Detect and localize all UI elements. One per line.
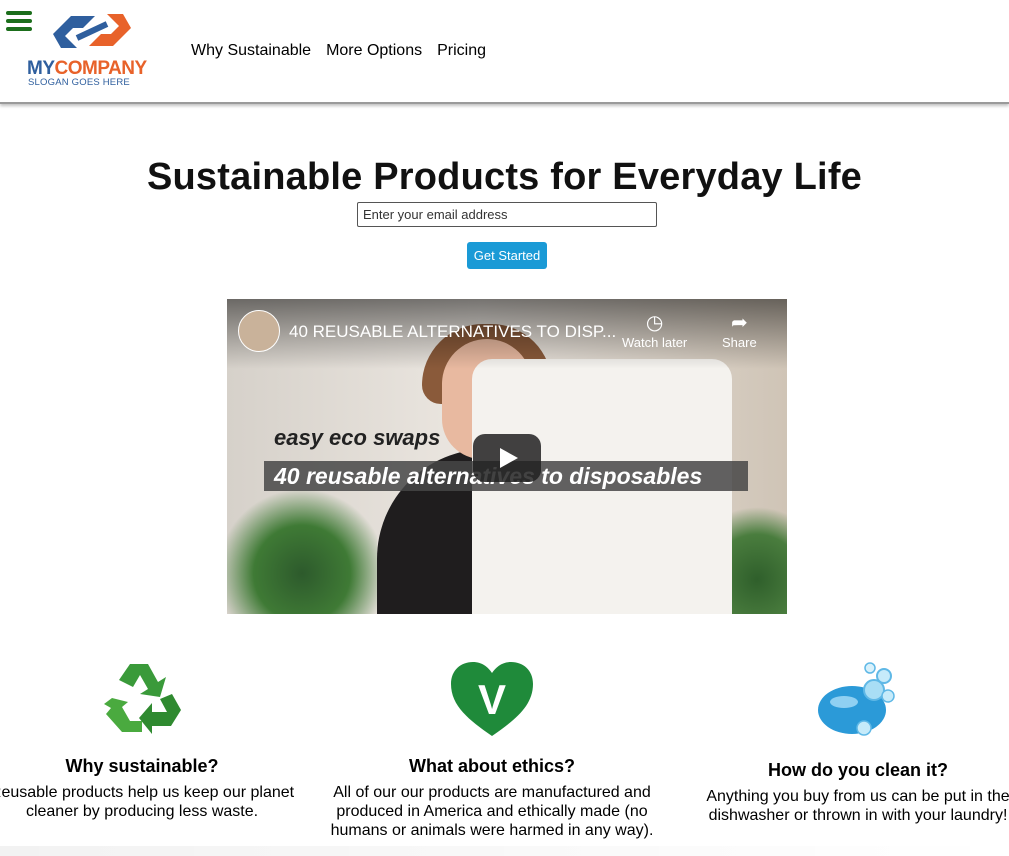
vegan-heart-icon: V bbox=[451, 662, 533, 736]
video-player[interactable]: 40 REUSABLE ALTERNATIVES TO DISP... ◷ Wa… bbox=[227, 299, 787, 614]
recycle-icon bbox=[104, 664, 181, 734]
get-started-button[interactable]: Get Started bbox=[467, 242, 547, 269]
feature-sustainable: Why sustainable? Reusable products help … bbox=[0, 660, 312, 821]
nav-more-options[interactable]: More Options bbox=[326, 42, 422, 60]
feature-text: Reusable products help us keep our plane… bbox=[0, 784, 295, 820]
svg-text:V: V bbox=[478, 676, 506, 723]
feature-title: Why sustainable? bbox=[65, 756, 219, 776]
play-button-icon[interactable] bbox=[473, 434, 541, 482]
feature-text: Anything you buy from us can be put in t… bbox=[706, 788, 1009, 824]
share-button[interactable]: ➦ Share bbox=[722, 311, 757, 350]
bottom-divider bbox=[0, 846, 1009, 856]
nav-pricing[interactable]: Pricing bbox=[437, 42, 486, 60]
feature-cleaning: How do you clean it? Anything you buy fr… bbox=[688, 660, 1009, 825]
feature-title: What about ethics? bbox=[409, 756, 575, 776]
watch-later-button[interactable]: ◷ Watch later bbox=[622, 311, 687, 350]
watch-later-label: Watch later bbox=[622, 335, 688, 350]
share-arrow-icon: ➦ bbox=[730, 312, 748, 334]
clock-icon: ◷ bbox=[645, 312, 664, 334]
feature-title: How do you clean it? bbox=[767, 760, 948, 780]
logo-mark-icon bbox=[53, 14, 131, 48]
nav-why-sustainable[interactable]: Why Sustainable bbox=[191, 42, 311, 60]
main-nav: Why Sustainable More Options Pricing bbox=[191, 42, 486, 60]
video-title[interactable]: 40 REUSABLE ALTERNATIVES TO DISP... bbox=[289, 322, 616, 342]
channel-avatar[interactable] bbox=[238, 310, 280, 352]
email-input[interactable] bbox=[357, 202, 657, 227]
page-title: Sustainable Products for Everyday Life bbox=[146, 156, 863, 199]
feature-ethics: V What about ethics? All of our our prod… bbox=[322, 660, 662, 840]
logo-slogan: SLOGAN GOES HERE bbox=[28, 77, 130, 88]
site-header: MYCOMPANY SLOGAN GOES HERE Why Sustainab… bbox=[0, 0, 1009, 104]
plant-left bbox=[227, 479, 377, 614]
overlay-text-top: easy eco swaps bbox=[274, 425, 441, 450]
soap-icon bbox=[818, 662, 895, 736]
feature-text: All of our our products are manufactured… bbox=[330, 784, 654, 839]
company-logo[interactable]: MYCOMPANY SLOGAN GOES HERE bbox=[27, 8, 157, 88]
share-label: Share bbox=[722, 335, 757, 350]
